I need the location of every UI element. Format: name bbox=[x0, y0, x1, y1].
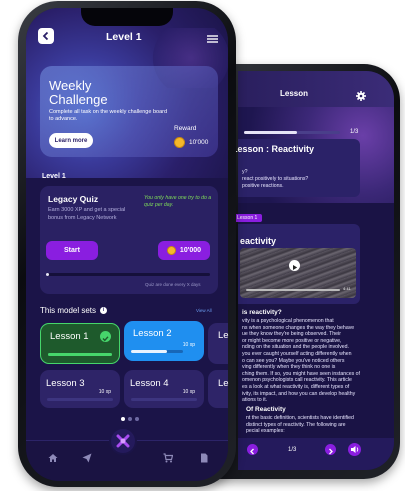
speaker-button[interactable] bbox=[348, 443, 361, 456]
lesson-xp: 10 xp bbox=[98, 389, 111, 395]
quiz-progress-bar bbox=[46, 273, 210, 276]
page-indicator: 1/3 bbox=[288, 447, 297, 453]
lesson-progress-bar bbox=[131, 350, 183, 353]
video-time: 4:41 bbox=[343, 286, 351, 291]
lesson-progress-bar bbox=[48, 353, 112, 356]
home-icon[interactable] bbox=[48, 450, 58, 462]
back-button[interactable] bbox=[38, 28, 54, 44]
center-logo-icon[interactable] bbox=[109, 427, 137, 455]
article-line: nt the basic definition, scientists have… bbox=[246, 415, 354, 421]
quiz-reward-value: 10'000 bbox=[179, 247, 202, 254]
lesson-name: Lesson 1 bbox=[50, 331, 89, 342]
back-bottom-bar bbox=[238, 438, 394, 470]
back-header-title: Lesson bbox=[280, 89, 309, 98]
quiz-note: You only have one try to do a quiz per d… bbox=[144, 195, 212, 208]
lesson-xp: 10 xp bbox=[182, 389, 195, 395]
back-intro-line: y? bbox=[242, 169, 248, 175]
challenge-title-line2: Challenge bbox=[49, 92, 108, 107]
front-phone-notch bbox=[81, 8, 173, 26]
article-line: nding on the situation and the people in… bbox=[242, 344, 350, 351]
page-title: Level 1 bbox=[106, 31, 142, 43]
article-line: you ever caught yourself acting differen… bbox=[242, 351, 352, 357]
lesson-card[interactable]: Lesson 2 10 xp bbox=[124, 321, 204, 361]
article-line: ivity, its impact, and how you can devel… bbox=[242, 390, 356, 397]
lesson-card[interactable]: Lesson 3 10 xp bbox=[40, 370, 120, 408]
article-line: ns when someone changes the way they beh… bbox=[242, 324, 355, 331]
back-progress-label: 1/3 bbox=[350, 129, 359, 135]
lesson-name: Lesson 3 bbox=[46, 378, 85, 389]
lesson-card[interactable]: Lesson 1 bbox=[40, 323, 120, 364]
article-line: omenon psychologists call reactivity. Th… bbox=[242, 377, 352, 384]
info-icon[interactable]: i bbox=[100, 307, 107, 314]
check-icon bbox=[100, 331, 111, 342]
back-section2-title: Of Reactivity bbox=[246, 406, 286, 413]
article-line: distinct types of reactivity. The follow… bbox=[246, 421, 346, 428]
lesson-progress-fill bbox=[131, 350, 168, 353]
reward-label: Reward bbox=[174, 125, 197, 132]
view-all-link[interactable]: View All bbox=[196, 308, 212, 313]
article-line: ue they know they're being observed. The… bbox=[242, 331, 341, 338]
chevron-left-icon bbox=[42, 31, 49, 41]
lesson-name: Lesson 4 bbox=[130, 378, 169, 389]
lesson-progress-bar bbox=[47, 398, 113, 401]
article-line: pecial examples: bbox=[246, 428, 285, 435]
lesson-name: Le bbox=[218, 378, 229, 389]
article-line: ving differently when they think no one … bbox=[242, 364, 336, 371]
pager-dot[interactable] bbox=[121, 417, 125, 421]
coin-icon bbox=[174, 137, 185, 148]
gear-icon[interactable] bbox=[356, 88, 366, 101]
lesson-card[interactable]: Le bbox=[208, 323, 229, 364]
prev-page-button[interactable] bbox=[247, 444, 258, 455]
lesson-card[interactable]: Le bbox=[208, 370, 229, 408]
article-line: es a look at what reactivity is, differe… bbox=[242, 384, 350, 390]
start-button[interactable]: Start bbox=[46, 241, 98, 260]
hamburger-menu-icon[interactable] bbox=[207, 31, 218, 43]
lesson-progress-bar bbox=[131, 398, 197, 401]
reward-value: 10'000 bbox=[189, 139, 209, 146]
lesson-name: Le bbox=[218, 330, 229, 341]
video-scrubber[interactable] bbox=[246, 289, 340, 291]
lesson-xp: 10 xp bbox=[182, 342, 195, 348]
send-icon[interactable] bbox=[82, 450, 92, 463]
quiz-title: Legacy Quiz bbox=[48, 194, 99, 204]
model-sets-title: This model sets bbox=[40, 306, 97, 315]
next-page-button[interactable] bbox=[325, 444, 336, 455]
article-line: ations to it. bbox=[242, 397, 268, 404]
back-progress-fill bbox=[244, 131, 297, 134]
lesson-name: Lesson 2 bbox=[133, 328, 172, 339]
pager-dot[interactable] bbox=[135, 417, 139, 421]
document-icon[interactable] bbox=[199, 450, 209, 463]
level-label: Level 1 bbox=[42, 173, 66, 180]
article-line: or might become more positive or negativ… bbox=[242, 337, 342, 344]
pager-dot[interactable] bbox=[128, 417, 132, 421]
back-intro-line: positive reactions. bbox=[242, 183, 284, 189]
quiz-footer-note: Quiz are done every X days bbox=[145, 282, 201, 287]
quiz-reward-button[interactable]: 10'000 bbox=[158, 241, 210, 260]
article-line: vity is a psychological phenomenon that bbox=[242, 318, 334, 324]
back-lesson-badge: Lesson 1 bbox=[232, 214, 263, 222]
back-intro-line: react positively to situations? bbox=[242, 176, 309, 182]
play-icon[interactable] bbox=[289, 260, 300, 271]
article-line: o can see you? Maybe you've noticed othe… bbox=[242, 357, 345, 364]
learn-more-button[interactable]: Learn more bbox=[49, 133, 93, 148]
challenge-description: Complete all task on the weekly challeng… bbox=[49, 109, 168, 122]
back-lesson-title: Lesson : Reactivity bbox=[232, 144, 315, 154]
back-section1-title: is reactivity? bbox=[242, 309, 282, 316]
lesson-progress-fill bbox=[48, 353, 112, 356]
quiz-progress-fill bbox=[46, 273, 50, 276]
article-line: ching them. If so, you might have seen i… bbox=[242, 370, 360, 377]
challenge-title-line1: Weekly bbox=[49, 78, 92, 93]
back-header bbox=[238, 71, 394, 107]
back-video-title: eactivity bbox=[240, 236, 277, 246]
quiz-subtitle: Earn 3000 XP and get a special bonus fro… bbox=[48, 207, 126, 221]
lesson-card[interactable]: Lesson 4 10 xp bbox=[124, 370, 204, 408]
back-progress-bar bbox=[244, 131, 340, 134]
coin-icon bbox=[166, 246, 176, 255]
cart-icon[interactable] bbox=[163, 450, 174, 463]
